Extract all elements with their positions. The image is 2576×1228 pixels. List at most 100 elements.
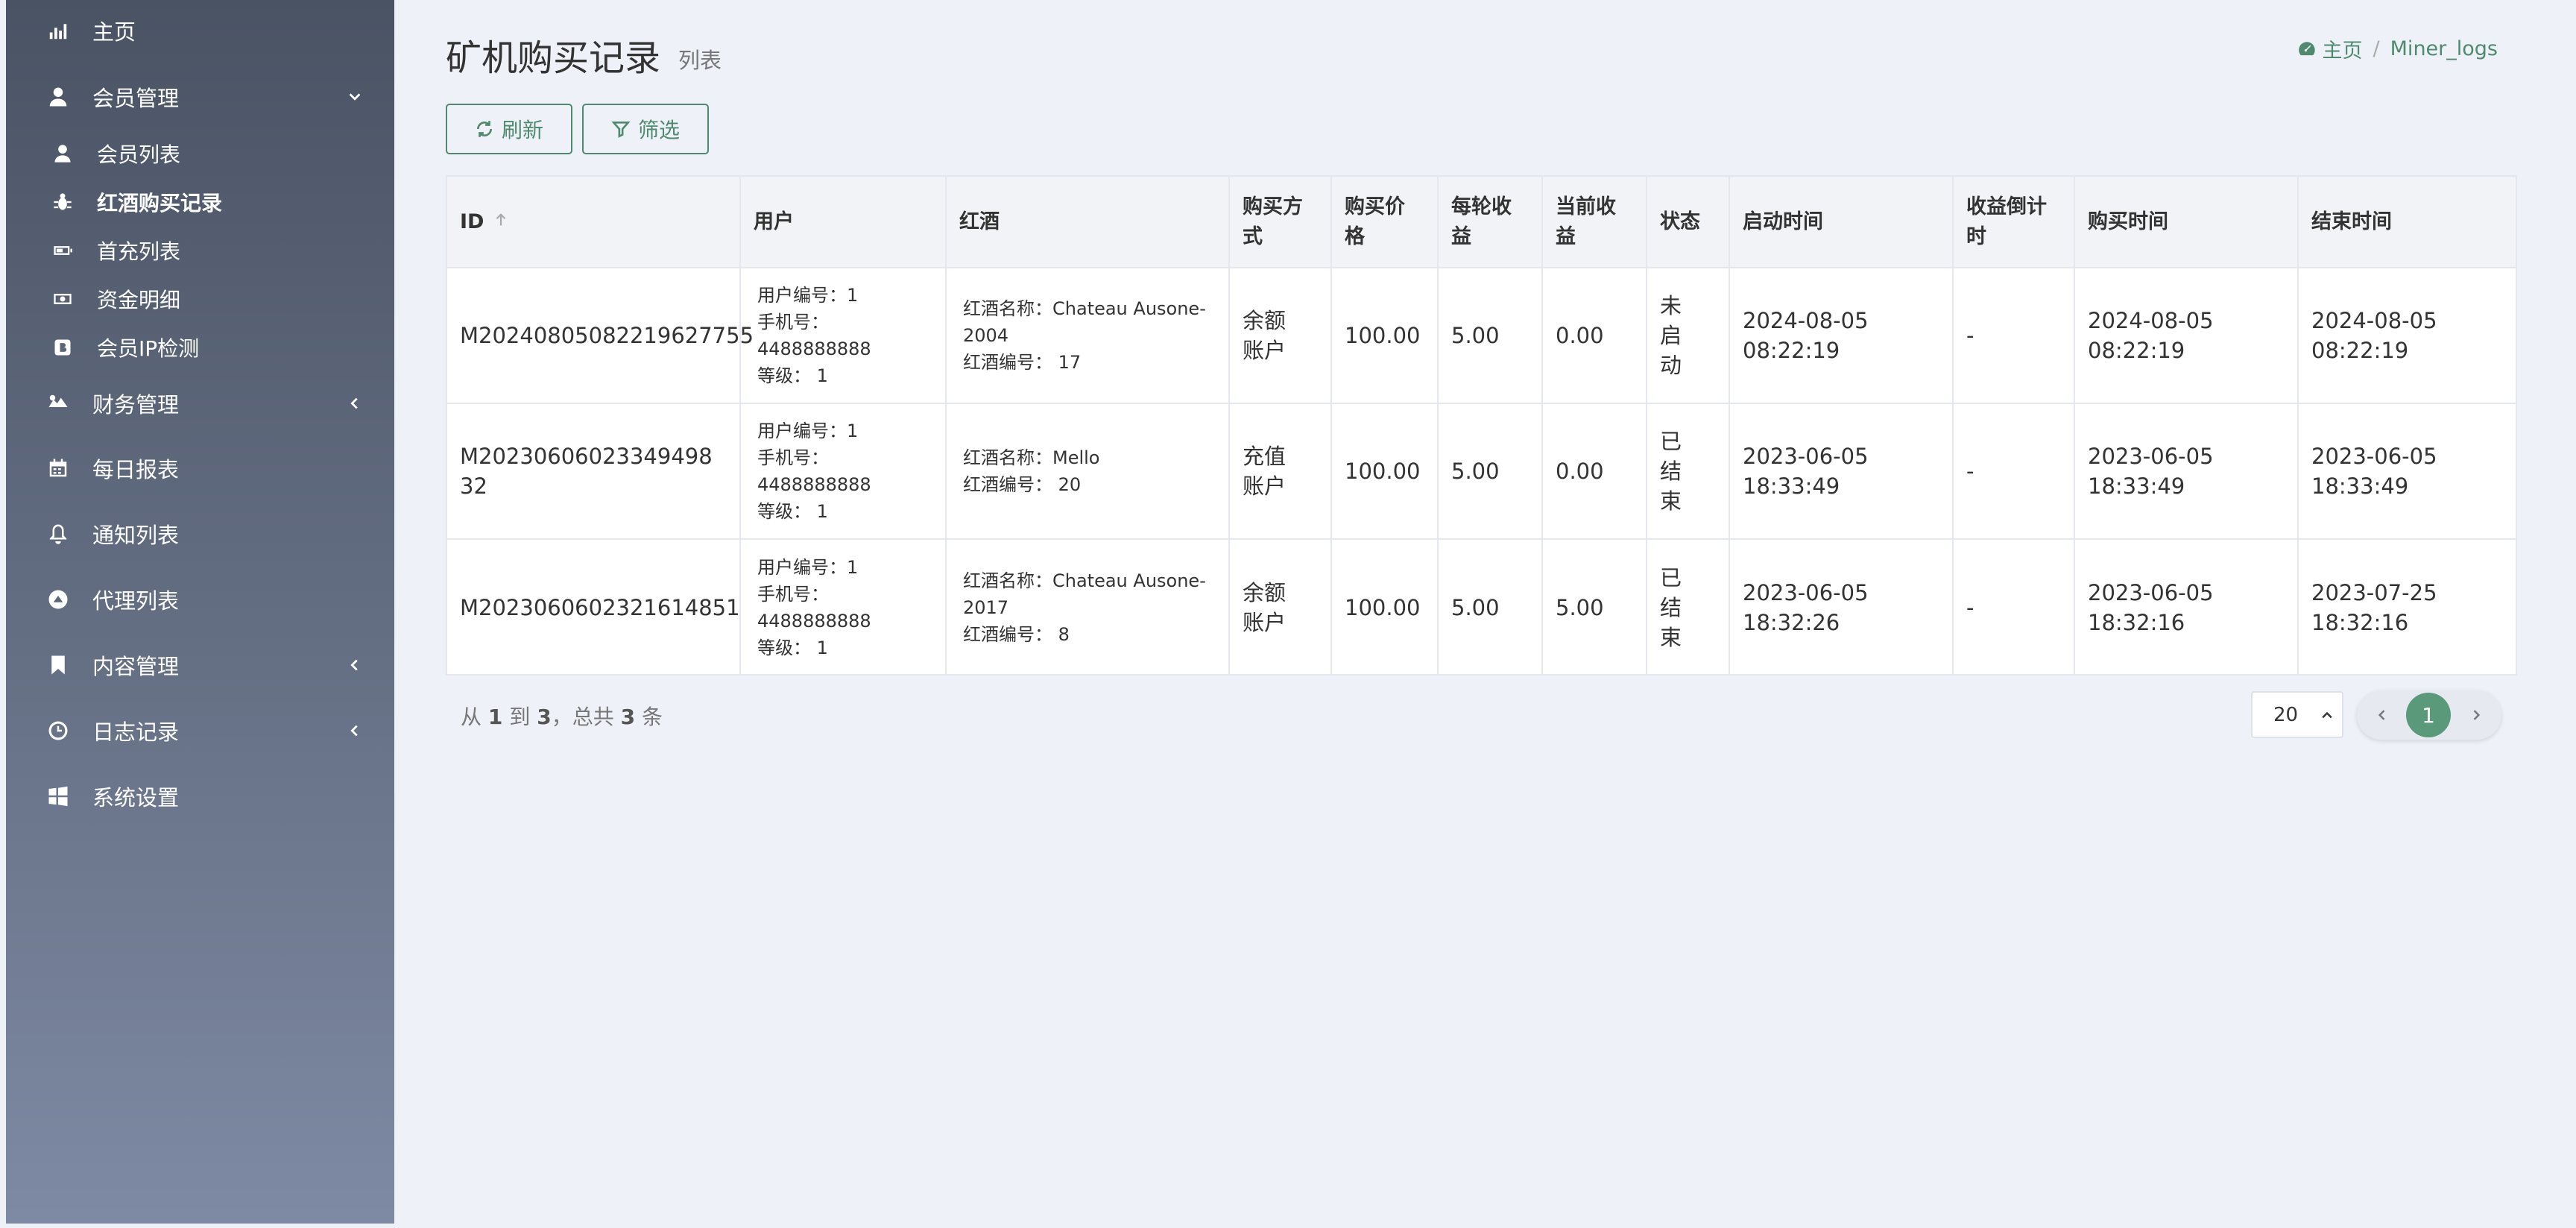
- cell-status: 已结束: [1647, 404, 1730, 538]
- cell-method: 余额账户: [1230, 268, 1332, 403]
- column-header-user: 用户: [741, 177, 947, 267]
- cell-buy-time: 2023-06-05 18:33:49: [2075, 404, 2299, 538]
- sidebar-item-label: 系统设置: [92, 785, 180, 810]
- cell-wine: 红酒名称：Mello 红酒编号： 20: [947, 404, 1230, 538]
- filter-button-label: 筛选: [637, 118, 680, 142]
- column-header-per-round: 每轮收益: [1439, 177, 1543, 267]
- column-header-countdown: 收益倒计时: [1954, 177, 2075, 267]
- sidebar-item-agents[interactable]: 代理列表: [6, 573, 394, 626]
- pagination: 1: [2357, 690, 2501, 740]
- dashboard-icon: [2298, 41, 2315, 55]
- sidebar-item-logs[interactable]: 日志记录: [6, 705, 394, 757]
- column-header-method: 购买方式: [1230, 177, 1332, 267]
- sidebar-item-system-settings[interactable]: 系统设置: [6, 770, 394, 822]
- cell-price: 100.00: [1332, 540, 1439, 676]
- cell-end-time: 2024-08-05 08:22:19: [2311, 308, 2437, 363]
- cell-method: 余额账户: [1230, 540, 1332, 676]
- bell-icon: [45, 520, 72, 547]
- data-table: ID 用户 红酒 购买方式 购买价格 每轮收益 当前收益 状态 启动时间 收益倒…: [446, 175, 2517, 676]
- cell-countdown: -: [1954, 268, 2075, 403]
- chevron-right-icon: [2473, 710, 2481, 720]
- cell-status: 已结束: [1647, 540, 1730, 676]
- bug-icon: [51, 190, 75, 214]
- cell-start-time: 2024-08-05 08:22:19: [1730, 268, 1954, 403]
- sidebar-subitem-label: 会员列表: [97, 142, 181, 167]
- user-icon: [51, 142, 75, 166]
- cell-user: 用户编号：1 手机号： 4488888888 等级： 1: [741, 268, 947, 403]
- sidebar-item-daily-report[interactable]: 每日报表: [6, 442, 394, 494]
- breadcrumb: 主页 / Miner_logs: [2297, 34, 2498, 63]
- table-row[interactable]: M20230606023349498 32 用户编号：1 手机号： 448888…: [447, 404, 2516, 540]
- sidebar-item-home[interactable]: 主页: [6, 4, 394, 57]
- column-header-current: 当前收益: [1543, 177, 1647, 267]
- cell-per-round: 5.00: [1439, 540, 1543, 676]
- sidebar-subitem-wine-purchase-records[interactable]: 红酒购买记录: [6, 180, 394, 224]
- chevron-up-icon: [2322, 711, 2332, 718]
- bitcoin-icon: [51, 336, 75, 359]
- cell-buy-time: 2023-06-05 18:32:16: [2075, 540, 2299, 676]
- sidebar-subitem-first-recharge[interactable]: 首充列表: [6, 228, 394, 273]
- column-header-price: 购买价格: [1332, 177, 1439, 267]
- cell-price: 100.00: [1332, 268, 1439, 403]
- sidebar-item-finance[interactable]: 财务管理: [6, 377, 394, 429]
- sidebar: 主页 会员管理 会员列表 红酒购买记录 首充列表 资金明细 会员IP检测 财务管…: [6, 0, 394, 1224]
- sidebar-item-label: 财务管理: [92, 392, 180, 418]
- breadcrumb-home-label: 主页: [2322, 40, 2363, 63]
- breadcrumb-home[interactable]: 主页: [2297, 34, 2363, 63]
- column-header-start-time: 启动时间: [1730, 177, 1954, 267]
- refresh-button-label: 刷新: [501, 118, 543, 142]
- money-icon: [51, 287, 75, 311]
- sidebar-item-member-management[interactable]: 会员管理: [6, 71, 394, 123]
- sidebar-subitem-ip-check[interactable]: 会员IP检测: [6, 325, 394, 370]
- cell-start-time: 2023-06-05 18:33:49: [1730, 404, 1954, 538]
- table-row[interactable]: M2023060602321614851 用户编号：1 手机号： 4488888…: [447, 540, 2516, 676]
- sidebar-subitem-member-list[interactable]: 会员列表: [6, 131, 394, 176]
- user-icon: [45, 84, 72, 110]
- sidebar-subitem-label: 红酒购买记录: [97, 191, 223, 215]
- cell-start-time: 2023-06-05 18:32:26: [1730, 540, 1954, 676]
- cell-end-time: 2023-07-25 18:32:16: [2311, 580, 2437, 635]
- sidebar-item-label: 每日报表: [92, 457, 180, 482]
- cell-id: M2023060602321614851: [447, 540, 741, 676]
- per-page-select[interactable]: 20: [2251, 691, 2343, 738]
- refresh-icon: [477, 121, 492, 137]
- sidebar-item-notifications[interactable]: 通知列表: [6, 508, 394, 560]
- page-title: 矿机购买记录: [446, 37, 661, 79]
- previous-page-button[interactable]: [2360, 690, 2405, 740]
- cell-wine: 红酒名称：Chateau Ausone-2017 红酒编号： 8: [947, 540, 1230, 676]
- refresh-button[interactable]: 刷新: [446, 104, 572, 154]
- column-header-end-time: 结束时间: [2311, 210, 2392, 233]
- cell-method: 充值账户: [1230, 404, 1332, 538]
- cell-countdown: -: [1954, 404, 2075, 538]
- cell-status: 未启动: [1647, 268, 1730, 403]
- cell-buy-time: 2024-08-05 08:22:19: [2075, 268, 2299, 403]
- page-button-current[interactable]: 1: [2406, 693, 2451, 737]
- sort-arrow-up-icon[interactable]: [484, 207, 509, 237]
- column-header-id[interactable]: ID: [447, 177, 741, 267]
- table-row[interactable]: M20240805082219627755 用户编号：1 手机号： 448888…: [447, 268, 2516, 404]
- cell-per-round: 5.00: [1439, 268, 1543, 403]
- cell-id: M20230606023349498 32: [447, 404, 741, 538]
- sidebar-item-content-management[interactable]: 内容管理: [6, 639, 394, 691]
- sidebar-subitem-label: 会员IP检测: [97, 336, 200, 361]
- cell-per-round: 5.00: [1439, 404, 1543, 538]
- table-header-row: ID 用户 红酒 购买方式 购买价格 每轮收益 当前收益 状态 启动时间 收益倒…: [447, 177, 2516, 268]
- sidebar-subitem-fund-details[interactable]: 资金明细: [6, 277, 394, 321]
- next-page-button[interactable]: [2454, 690, 2498, 740]
- battery-icon: [51, 239, 75, 262]
- sidebar-item-label: 代理列表: [92, 588, 180, 614]
- sidebar-item-label: 内容管理: [92, 654, 180, 679]
- bar-chart-icon: [45, 17, 72, 44]
- cell-countdown: -: [1954, 540, 2075, 676]
- cell-user: 用户编号：1 手机号： 4488888888 等级： 1: [741, 404, 947, 538]
- money-icon: [45, 390, 72, 417]
- pagination-summary: 从 1 到 3，总共 3 条: [461, 705, 663, 729]
- filter-button[interactable]: 筛选: [582, 104, 709, 154]
- chevron-left-icon: [345, 721, 364, 740]
- column-header-wine: 红酒: [947, 177, 1230, 267]
- windows-icon: [45, 783, 72, 810]
- per-page-value: 20: [2273, 703, 2299, 726]
- chevron-left-icon: [2378, 710, 2385, 720]
- sidebar-item-label: 通知列表: [92, 523, 180, 548]
- sidebar-item-label: 日志记录: [92, 720, 180, 745]
